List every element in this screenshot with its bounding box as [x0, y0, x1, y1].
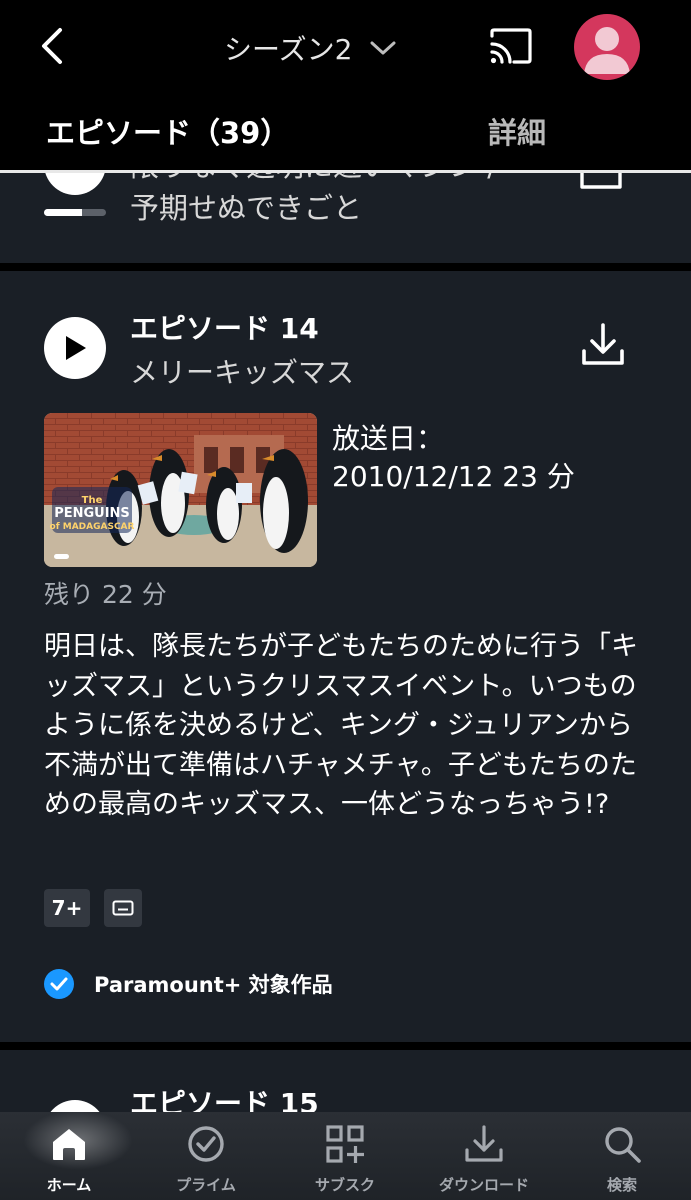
previous-title-line1: 限りなく透明に近いマシン / — [130, 173, 497, 187]
episode-title: エピソード 14 — [130, 312, 319, 345]
tab-bar: エピソード（39） 詳細 — [0, 92, 691, 170]
bottom-navigation: ホーム プライム サブスク ダウンロード 検索 — [0, 1110, 691, 1200]
chevron-down-icon — [370, 41, 396, 55]
episode-card-next[interactable]: エピソード 15 — [0, 1050, 691, 1112]
play-button[interactable] — [44, 317, 106, 379]
svg-text:PENGUINS: PENGUINS — [54, 506, 130, 521]
svg-text:The: The — [82, 495, 103, 506]
nav-home-label: ホーム — [46, 1176, 92, 1194]
subtitles-icon — [112, 900, 134, 916]
air-date-value: 2010/12/12 23 分 — [332, 460, 575, 493]
nav-downloads[interactable]: ダウンロード — [424, 1122, 544, 1195]
top-bar: シーズン2 — [0, 0, 691, 92]
chevron-left-icon — [42, 28, 62, 64]
previous-progress-bar — [44, 209, 106, 216]
grid-plus-icon — [323, 1122, 367, 1166]
play-button-previous[interactable] — [44, 173, 106, 195]
download-icon — [462, 1122, 506, 1166]
partner-availability: Paramount+ 対象作品 — [44, 969, 333, 999]
previous-progress-fill — [44, 209, 83, 216]
search-icon — [600, 1122, 644, 1166]
nav-subscriptions[interactable]: サブスク — [285, 1122, 405, 1195]
cast-icon — [490, 28, 532, 64]
check-circle-icon — [184, 1122, 228, 1166]
partner-label: Paramount+ 対象作品 — [94, 973, 333, 997]
previous-episode-title: 限りなく透明に近いマシン / 予期せぬできごと — [130, 173, 497, 229]
penguins-thumbnail-image: The PENGUINS of MADAGASCAR — [44, 413, 317, 567]
verified-check-icon — [44, 969, 74, 999]
download-icon — [580, 173, 622, 189]
download-button[interactable] — [580, 321, 626, 369]
episode-card-previous[interactable]: 限りなく透明に近いマシン / 予期せぬできごと — [0, 173, 691, 263]
remaining-time: 残り 22 分 — [44, 580, 167, 609]
episode-card[interactable]: エピソード 14 メリーキッズマス The PENGUINS of MADAGA… — [0, 271, 691, 1042]
cast-button[interactable] — [486, 26, 536, 68]
svg-text:of MADAGASCAR: of MADAGASCAR — [50, 522, 135, 532]
subtitles-badge — [104, 889, 142, 927]
tab-details[interactable]: 詳細 — [488, 110, 546, 152]
nav-prime-label: プライム — [176, 1176, 236, 1194]
nav-downloads-label: ダウンロード — [438, 1176, 529, 1194]
thumbnail-progress-bar — [54, 554, 69, 559]
nav-subscriptions-label: サブスク — [314, 1176, 375, 1194]
download-icon — [582, 323, 624, 365]
episode-thumbnail[interactable]: The PENGUINS of MADAGASCAR — [44, 413, 317, 567]
age-rating-badge: 7+ — [44, 889, 90, 927]
next-episode-title: エピソード 15 — [130, 1087, 319, 1112]
play-icon — [66, 336, 86, 360]
person-icon — [584, 27, 630, 74]
season-selector[interactable]: シーズン2 — [224, 26, 396, 70]
nav-prime[interactable]: プライム — [146, 1122, 266, 1195]
air-date-label: 放送日： — [332, 422, 445, 455]
back-button[interactable] — [34, 24, 74, 68]
nav-search-label: 検索 — [606, 1176, 637, 1194]
nav-home[interactable]: ホーム — [9, 1110, 133, 1195]
previous-title-line2: 予期せぬできごと — [130, 191, 363, 225]
profile-avatar[interactable] — [574, 14, 640, 80]
season-label: シーズン2 — [224, 33, 353, 66]
episode-synopsis: 明日は、隊長たちが子どもたちのために行う「キッズマス」というクリスマスイベント。… — [44, 631, 638, 821]
tab-episodes[interactable]: エピソード（39） — [46, 110, 289, 152]
episode-subtitle: メリーキッズマス — [130, 356, 355, 389]
download-button-previous[interactable] — [580, 173, 622, 193]
nav-search[interactable]: 検索 — [562, 1122, 682, 1195]
badge-row: 7+ — [44, 889, 142, 927]
